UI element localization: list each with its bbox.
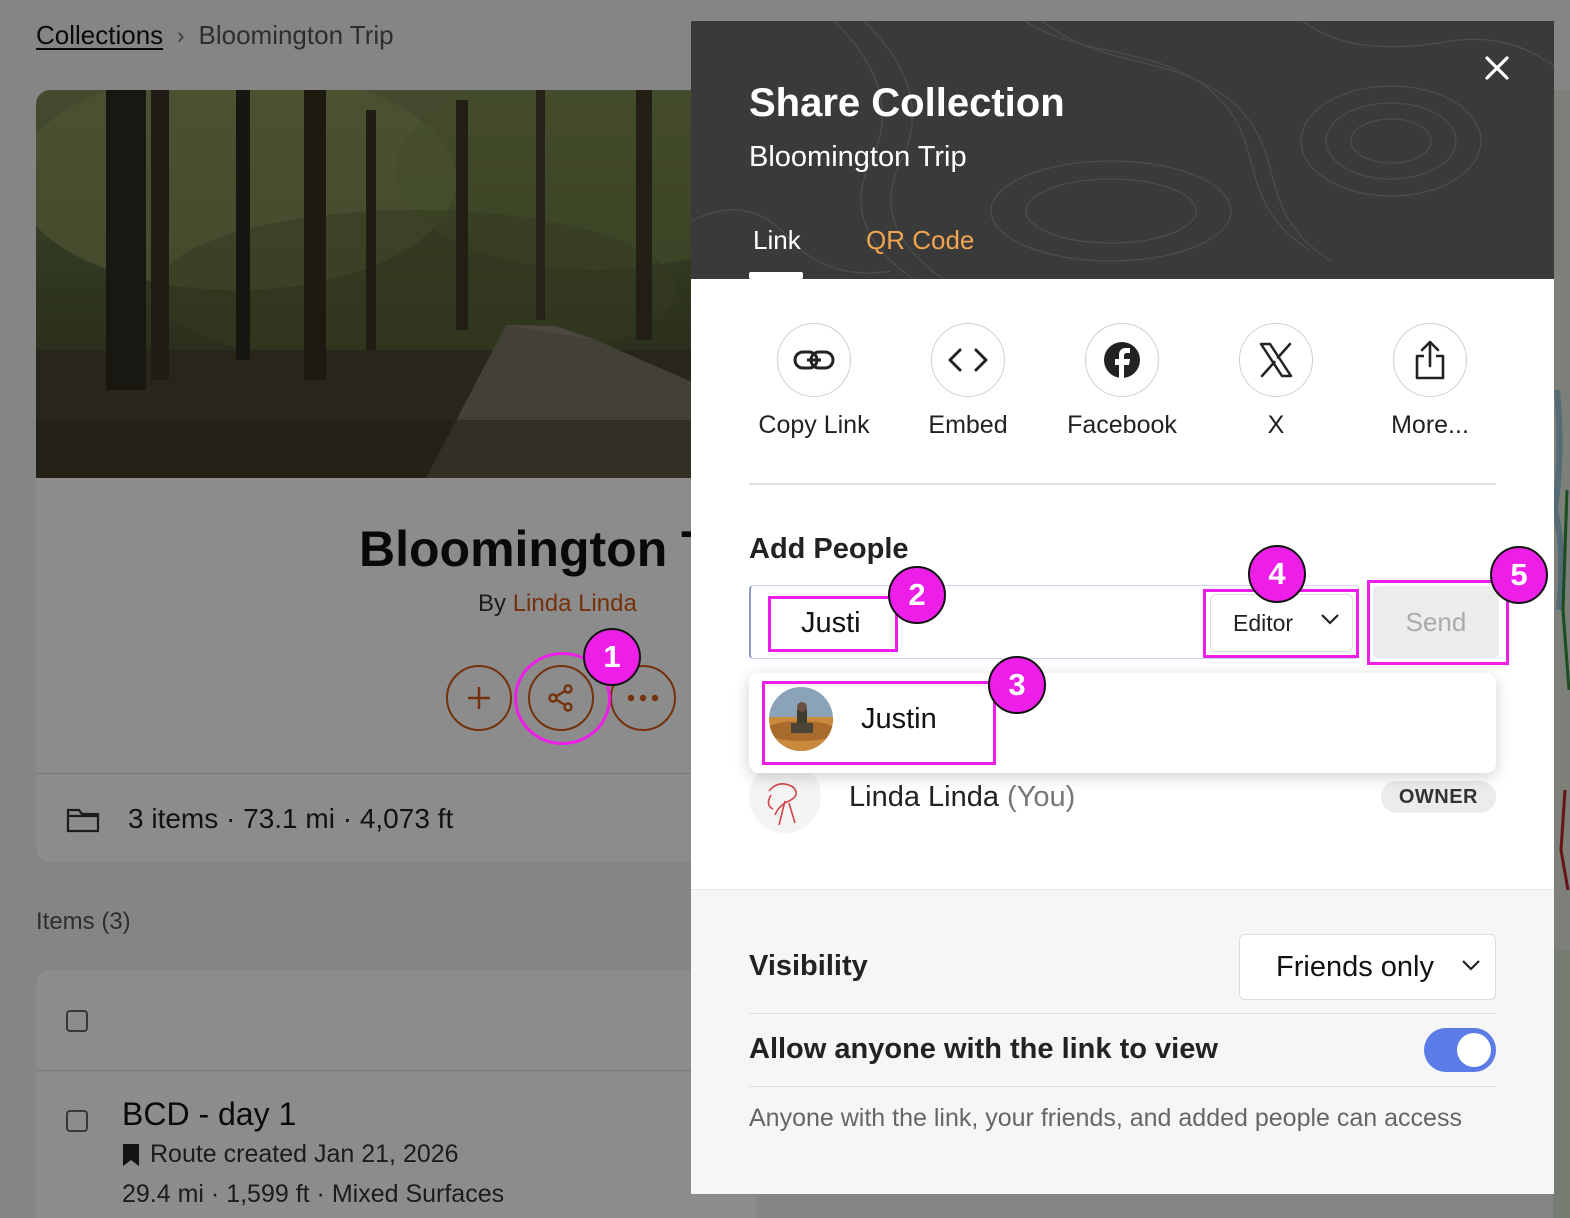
- share-divider: [749, 483, 1496, 485]
- facebook-option[interactable]: Facebook: [1042, 323, 1202, 440]
- link-icon: [793, 350, 835, 370]
- chevron-down-icon: [1462, 960, 1480, 971]
- toggle-knob: [1457, 1033, 1491, 1067]
- annotation-marker-1: 1: [583, 628, 641, 686]
- modal-header: Share Collection Bloomington Trip Link Q…: [691, 21, 1554, 279]
- close-icon: [1485, 56, 1509, 80]
- visibility-select[interactable]: Friends only: [1239, 934, 1496, 1000]
- x-option[interactable]: X: [1196, 323, 1356, 440]
- owner-badge: OWNER: [1380, 781, 1496, 813]
- tab-qr-code[interactable]: QR Code: [866, 225, 974, 256]
- x-logo-icon: [1259, 342, 1293, 378]
- x-button[interactable]: [1239, 323, 1313, 397]
- highlight-send-button: [1367, 580, 1509, 665]
- modal-subtitle: Bloomington Trip: [749, 141, 967, 173]
- embed-label: Embed: [928, 411, 1008, 439]
- facebook-label: Facebook: [1067, 411, 1177, 439]
- member-name: Linda Linda (You): [849, 781, 1075, 814]
- more-share-label: More...: [1391, 411, 1469, 439]
- settings-divider: [749, 1013, 1496, 1014]
- facebook-icon: [1104, 342, 1140, 379]
- allow-link-view-toggle[interactable]: [1424, 1028, 1496, 1072]
- allow-link-view-label: Allow anyone with the link to view: [749, 1033, 1218, 1065]
- copy-link-option[interactable]: Copy Link: [734, 323, 894, 440]
- facebook-button[interactable]: [1085, 323, 1159, 397]
- highlight-suggestion: [762, 681, 996, 765]
- close-modal-button[interactable]: [1484, 55, 1518, 89]
- active-tab-indicator: [749, 272, 803, 279]
- annotation-marker-3: 3: [988, 656, 1046, 714]
- annotation-marker-4: 4: [1248, 545, 1306, 603]
- tab-link[interactable]: Link: [753, 225, 801, 256]
- x-label: X: [1267, 411, 1285, 439]
- copy-link-button[interactable]: [777, 323, 851, 397]
- add-people-heading: Add People: [749, 533, 909, 565]
- settings-divider: [749, 1086, 1496, 1087]
- annotation-marker-5: 5: [1490, 546, 1548, 604]
- embed-button[interactable]: [931, 323, 1005, 397]
- share-upload-icon: [1415, 340, 1445, 380]
- member-display-name: Linda Linda: [849, 781, 999, 813]
- copy-link-label: Copy Link: [758, 411, 870, 439]
- modal-title: Share Collection: [749, 81, 1065, 125]
- link-access-help-text: Anyone with the link, your friends, and …: [749, 1104, 1462, 1132]
- embed-option[interactable]: Embed: [888, 323, 1048, 440]
- member-you-suffix: (You): [1007, 781, 1076, 813]
- visibility-select-value: Friends only: [1276, 950, 1434, 983]
- visibility-label: Visibility: [749, 950, 868, 982]
- highlight-people-input: [768, 596, 898, 652]
- annotation-marker-2: 2: [888, 566, 946, 624]
- visibility-settings: Visibility Friends only Allow anyone wit…: [691, 889, 1554, 1194]
- more-share-option[interactable]: More...: [1350, 323, 1510, 440]
- more-share-button[interactable]: [1393, 323, 1467, 397]
- code-icon: [948, 348, 988, 372]
